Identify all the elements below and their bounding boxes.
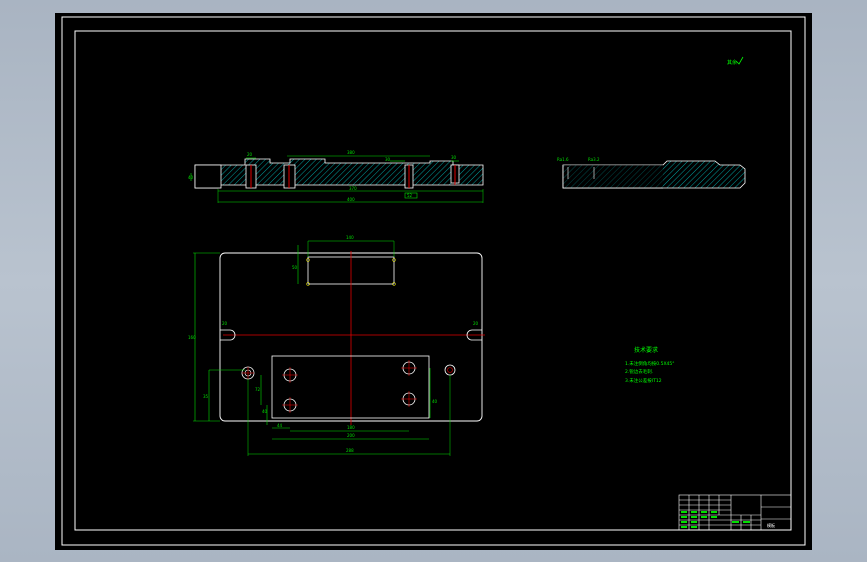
svg-text:20: 20 [222,321,228,326]
tech-requirements: 技术要求 1.未注倒角均按0.5X45° 2.锐边去毛刺. 3.未注公差按IT1… [625,346,675,384]
svg-text:400: 400 [347,197,355,202]
tech-item-2: 2.锐边去毛刺. [625,368,653,375]
cad-viewport: 其余 380 20 30 30 52 40 370 400 Ra1.6 Ra3.… [0,0,867,562]
svg-text:Ra3.2: Ra3.2 [588,157,600,162]
side-view: Ra1.6 Ra3.2 [557,157,746,189]
drawing-sheet: 其余 380 20 30 30 52 40 370 400 Ra1.6 Ra3.… [61,16,806,546]
surface-note: 其余 [727,59,737,66]
lower-inset [271,355,430,419]
svg-text:44: 44 [277,423,283,428]
svg-text:370: 370 [349,186,357,191]
svg-text:160: 160 [188,335,196,340]
svg-text:20: 20 [473,321,479,326]
section-left-step [194,164,222,189]
dim-section-top: 380 [347,150,355,155]
svg-text:20: 20 [247,152,253,157]
svg-text:288: 288 [346,448,354,453]
tech-title: 技术要求 [634,346,658,354]
section-body [194,158,484,189]
roughness-symbol-icon [735,56,744,65]
svg-text:50: 50 [292,265,298,270]
section-view: 380 20 30 30 52 40 370 400 [188,150,484,203]
plan-view: 140 50 20 20 160 35 72 40 44 180 200 288… [188,235,485,456]
svg-text:35: 35 [203,394,209,399]
svg-text:30: 30 [451,155,457,160]
title-block-label: 模板 [767,522,775,528]
svg-text:200: 200 [347,433,355,438]
tech-item-1: 1.未注倒角均按0.5X45° [625,360,675,367]
svg-text:72: 72 [255,387,261,392]
inner-border [74,30,792,531]
svg-text:40: 40 [262,409,268,414]
svg-text:Ra1.6: Ra1.6 [557,157,569,162]
svg-text:180: 180 [347,425,355,430]
drawing-canvas[interactable]: 其余 380 20 30 30 52 40 370 400 Ra1.6 Ra3.… [55,13,812,550]
dim-slot-width: 140 [346,235,354,240]
svg-text:40: 40 [188,175,194,180]
svg-text:40: 40 [432,399,438,404]
outer-border [61,16,806,546]
hole-6 [444,364,456,376]
svg-text:30: 30 [385,157,391,162]
tech-item-3: 3.未注公差按IT12 [625,377,662,384]
svg-text:52: 52 [407,193,413,198]
